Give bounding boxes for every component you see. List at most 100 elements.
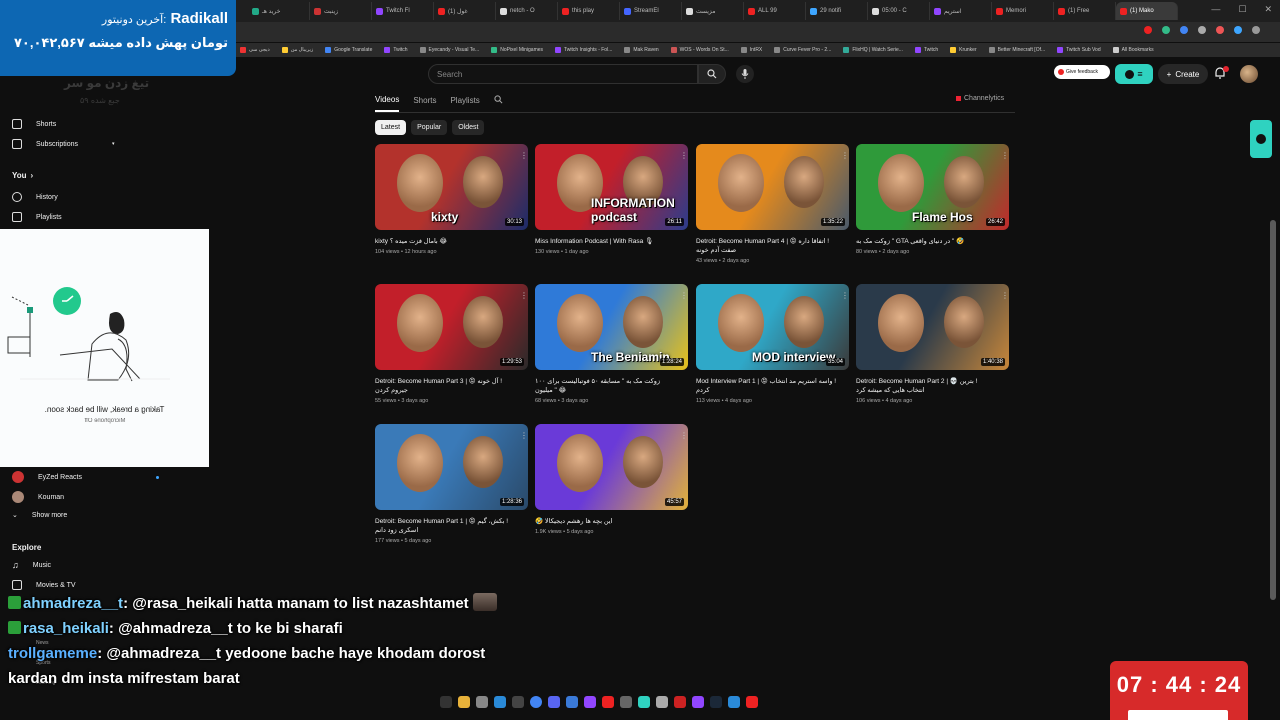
sidebar-item-shorts[interactable]: Shorts: [12, 119, 56, 129]
maximize-icon[interactable]: ☐: [1238, 4, 1246, 15]
video-title[interactable]: Detroit: Become Human Part 4 | 😡 اتفاقا …: [696, 237, 849, 255]
sidebar-sub-eyzed[interactable]: EyZed Reacts: [12, 471, 159, 483]
video-thumbnail[interactable]: kixty 30:13: [375, 144, 528, 230]
sidebar-item-history[interactable]: History: [12, 192, 58, 202]
minimize-icon[interactable]: —: [1211, 4, 1220, 15]
bookmark[interactable]: Mak Raven: [624, 47, 659, 53]
video-title[interactable]: Mod Interview Part 1 | 😡 واسه استریم مد …: [696, 377, 849, 395]
video-card[interactable]: 1:28:36 Detroit: Become Human Part 1 | 😡 …: [375, 424, 528, 544]
tab-shorts[interactable]: Shorts: [413, 96, 436, 111]
sidebar-item-music[interactable]: ♫ Music: [12, 560, 51, 570]
video-card[interactable]: INFORMATION podcast 26:11 Miss Information…: [535, 144, 688, 255]
edge-icon[interactable]: [494, 696, 506, 708]
video-title[interactable]: Detroit: Become Human Part 3 | 😡 آل خونه…: [375, 377, 528, 395]
give-feedback-button[interactable]: Give feedback: [1054, 65, 1110, 79]
taskview-icon[interactable]: [440, 696, 452, 708]
browser-tab[interactable]: ALL 99: [744, 2, 806, 20]
browser-tab[interactable]: 29 notifi: [806, 2, 868, 20]
steam-icon[interactable]: [710, 696, 722, 708]
video-title[interactable]: زوکت مک به " مسابقه ۵۰ فوتبالیست برای ۱۰…: [535, 377, 688, 395]
close-icon[interactable]: ✕: [1264, 4, 1272, 15]
chip-oldest[interactable]: Oldest: [452, 120, 485, 135]
video-card[interactable]: MOD interview 35:04 Mod Interview Part 1 |…: [696, 284, 849, 404]
app-icon[interactable]: [512, 696, 524, 708]
app-icon[interactable]: [728, 696, 740, 708]
more-options-icon[interactable]: ⋮: [1001, 291, 1009, 300]
chip-latest[interactable]: Latest: [375, 120, 407, 135]
app-icon[interactable]: [746, 696, 758, 708]
more-options-icon[interactable]: ⋮: [1001, 151, 1009, 160]
channelytics-button[interactable]: Channelytics: [956, 95, 1004, 102]
bookmark[interactable]: IntRX: [740, 47, 762, 53]
page-scrollbar[interactable]: [1270, 220, 1276, 600]
app-icon[interactable]: [674, 696, 686, 708]
more-options-icon[interactable]: ⋮: [520, 431, 528, 440]
bookmark[interactable]: FlixHQ | Watch Serie...: [843, 47, 903, 53]
app-icon[interactable]: [566, 696, 578, 708]
bookmark[interactable]: Twitch: [914, 47, 938, 53]
video-thumbnail[interactable]: 1:40:38: [856, 284, 1009, 370]
browser-tab[interactable]: (1) Mako: [1116, 2, 1178, 20]
video-card[interactable]: 1:29:53 Detroit: Become Human Part 3 | 😡 …: [375, 284, 528, 404]
extension-icons[interactable]: [1144, 26, 1260, 34]
video-thumbnail[interactable]: 1:29:53: [375, 284, 528, 370]
app-icon[interactable]: [656, 696, 668, 708]
video-title[interactable]: Detroit: Become Human Part 2 | 💀 بترین !…: [856, 377, 1009, 395]
show-more-button[interactable]: ⌄ Show more: [12, 511, 67, 520]
video-thumbnail[interactable]: 45:57: [535, 424, 688, 510]
browser-tab[interactable]: this play: [558, 2, 620, 20]
more-options-icon[interactable]: ⋮: [520, 291, 528, 300]
sidebar-item-playlists[interactable]: Playlists: [12, 212, 62, 222]
video-card[interactable]: The Beniamin 1:28:24 زوکت مک به " مسابقه ۵…: [535, 284, 688, 404]
twitch-icon[interactable]: [692, 696, 704, 708]
bookmark[interactable]: Google Translate: [325, 47, 372, 53]
more-options-icon[interactable]: ⋮: [680, 431, 688, 440]
bookmark[interactable]: دیجی سی: [240, 47, 270, 53]
video-title[interactable]: kixty بامال فزت میده ؟ 😂: [375, 237, 528, 246]
tab-videos[interactable]: Videos: [375, 95, 400, 112]
browser-tab[interactable]: مزیست: [682, 2, 744, 20]
window-controls[interactable]: — ☐ ✕: [1211, 4, 1272, 15]
voice-search-button[interactable]: [736, 65, 754, 83]
browser-tab[interactable]: Memori: [992, 2, 1054, 20]
sidebar-you[interactable]: You ›: [12, 171, 33, 180]
video-thumbnail[interactable]: MOD interview 35:04: [696, 284, 849, 370]
video-thumbnail[interactable]: Flame Hos 26:42: [856, 144, 1009, 230]
tab-playlists[interactable]: Playlists: [450, 96, 479, 111]
browser-tab[interactable]: استریم: [930, 2, 992, 20]
bookmark[interactable]: All Bookmarks: [1112, 47, 1154, 53]
search-input[interactable]: Search: [428, 64, 698, 84]
bookmark[interactable]: WOS - Words On St...: [670, 47, 729, 53]
browser-tab[interactable]: (1) غول: [434, 2, 496, 20]
bookmark[interactable]: Curve Fever Pro - 2...: [774, 47, 831, 53]
file-explorer-icon[interactable]: [458, 696, 470, 708]
browser-tab[interactable]: StreamEl: [620, 2, 682, 20]
browser-tab[interactable]: 05:00 - C: [868, 2, 930, 20]
video-card[interactable]: kixty 30:13 kixty بامال فزت میده ؟ 😂 ⋮ 104 v…: [375, 144, 528, 255]
more-options-icon[interactable]: ⋮: [520, 151, 528, 160]
bookmark[interactable]: زیریبال من: [281, 47, 313, 53]
bookmark[interactable]: Better Minecraft [Of...: [988, 47, 1045, 53]
sidebar-sub-kouman[interactable]: Kouman: [12, 491, 64, 503]
chip-popular[interactable]: Popular: [411, 120, 448, 135]
side-extension-button[interactable]: [1250, 120, 1272, 158]
video-thumbnail[interactable]: 1:28:36: [375, 424, 528, 510]
video-card[interactable]: Flame Hos 26:42 زوکت مک به " GTA در دنیای …: [856, 144, 1009, 255]
obs-icon[interactable]: [620, 696, 632, 708]
browser-tab[interactable]: زینبت: [310, 2, 372, 20]
browser-tab[interactable]: (1) Free: [1054, 2, 1116, 20]
more-options-icon[interactable]: ⋮: [680, 291, 688, 300]
browser-tab[interactable]: netch - O: [496, 2, 558, 20]
video-title[interactable]: 🤣 این بچه ها رهشم دیجیکالا: [535, 517, 688, 526]
chrome-icon[interactable]: [530, 696, 542, 708]
video-thumbnail[interactable]: INFORMATION podcast 26:11: [535, 144, 688, 230]
more-options-icon[interactable]: ⋮: [841, 291, 849, 300]
video-title[interactable]: Miss Information Podcast | With Rasa 🎙: [535, 237, 688, 246]
video-card[interactable]: 1:40:38 Detroit: Become Human Part 2 | 💀 …: [856, 284, 1009, 404]
sidebar-item-movies[interactable]: Movies & TV: [12, 580, 76, 590]
browser-tab[interactable]: Twitch Fl: [372, 2, 434, 20]
more-options-icon[interactable]: ⋮: [841, 151, 849, 160]
bookmark[interactable]: Krunker: [950, 47, 977, 53]
search-button[interactable]: [698, 64, 726, 84]
video-title[interactable]: زوکت مک به " GTA در دنیای واقعی " 🤣: [856, 237, 1009, 246]
